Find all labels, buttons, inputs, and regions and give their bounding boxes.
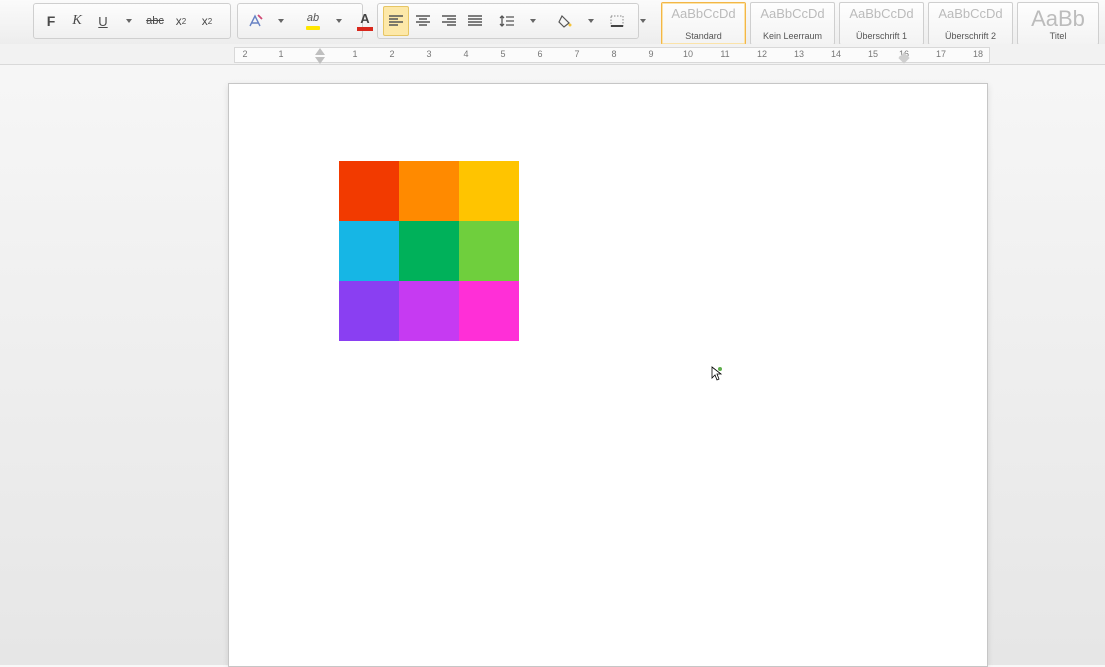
subscript-button[interactable]: x2 (169, 7, 193, 35)
highlight-swatch (306, 26, 320, 30)
ruler-tick: 1 (352, 49, 357, 59)
line-spacing-dropdown[interactable] (521, 7, 545, 35)
font-color-label: A (360, 11, 369, 26)
style-label: Titel (1050, 31, 1067, 41)
grid-cell-5 (459, 221, 519, 281)
ruler-tick: 2 (242, 49, 247, 59)
font-color-button[interactable]: A (353, 7, 377, 35)
font-style-group: F K U abc x2 x2 (33, 3, 231, 39)
style-kein-leerraum[interactable]: AaBbCcDd Kein Leerraum (750, 2, 835, 45)
ruler-tick: 3 (426, 49, 431, 59)
ruler-tick: 8 (611, 49, 616, 59)
ruler-tick: 7 (574, 49, 579, 59)
ruler-tick: 15 (868, 49, 878, 59)
ruler-tick: 6 (537, 49, 542, 59)
style-überschrift-1[interactable]: AaBbCcDd Überschrift 1 (839, 2, 924, 45)
paragraph-group (377, 3, 639, 39)
grid-cell-7 (399, 281, 459, 341)
ruler-tick: 18 (973, 49, 983, 59)
grid-cell-2 (459, 161, 519, 221)
first-line-indent-marker[interactable] (315, 48, 325, 55)
borders-icon (609, 14, 625, 28)
style-preview: AaBbCcDd (662, 6, 745, 21)
ruler-tick: 9 (648, 49, 653, 59)
mouse-cursor (711, 366, 723, 382)
ribbon: F K U abc x2 x2 ab A (0, 0, 1105, 45)
line-spacing-icon (499, 14, 515, 28)
style-standard[interactable]: AaBbCcDd Standard (661, 2, 746, 45)
style-preview: AaBbCcDd (840, 6, 923, 21)
color-grid-image[interactable] (339, 161, 519, 341)
superscript-button[interactable]: x2 (195, 7, 219, 35)
borders-dropdown[interactable] (631, 7, 655, 35)
ruler-tick: 17 (936, 49, 946, 59)
strike-label: abc (146, 15, 164, 27)
line-spacing-button[interactable] (495, 7, 519, 35)
page[interactable] (228, 83, 988, 667)
align-center-icon (415, 14, 431, 28)
ruler-tick: 1 (278, 49, 283, 59)
style-label: Standard (685, 31, 722, 41)
grid-cell-3 (339, 221, 399, 281)
shading-dropdown[interactable] (579, 7, 603, 35)
horizontal-ruler[interactable]: 21123456789101112131415161718 (0, 44, 1105, 65)
grid-cell-0 (339, 161, 399, 221)
ruler-tick: 12 (757, 49, 767, 59)
clear-formatting-icon (247, 13, 263, 29)
italic-button[interactable]: K (65, 7, 89, 35)
ruler-tick: 5 (500, 49, 505, 59)
borders-button[interactable] (605, 7, 629, 35)
strikethrough-button[interactable]: abc (143, 7, 167, 35)
align-right-button[interactable] (437, 7, 461, 35)
highlight-label: ab (307, 12, 319, 24)
grid-cell-8 (459, 281, 519, 341)
style-preview: AaBbCcDd (751, 6, 834, 21)
sup-num: 2 (208, 17, 212, 26)
underline-button[interactable]: U (91, 7, 115, 35)
underline-dropdown[interactable] (117, 7, 141, 35)
style-label: Überschrift 2 (945, 31, 996, 41)
align-center-button[interactable] (411, 7, 435, 35)
ruler-tick: 4 (463, 49, 468, 59)
ruler-tick: 11 (720, 49, 729, 59)
ruler-track: 21123456789101112131415161718 (234, 47, 990, 63)
ruler-tick: 14 (831, 49, 841, 59)
sub-num: 2 (182, 17, 186, 26)
style-label: Überschrift 1 (856, 31, 907, 41)
ruler-tick: 2 (389, 49, 394, 59)
bold-label: F (47, 13, 56, 29)
style-preview: AaBbCcDd (929, 6, 1012, 21)
highlight-button[interactable]: ab (301, 7, 325, 35)
paint-bucket-icon (557, 14, 573, 28)
align-justify-icon (467, 14, 483, 28)
highlight-dropdown[interactable] (327, 7, 351, 35)
align-left-icon (388, 14, 404, 28)
align-left-button[interactable] (383, 6, 409, 36)
shading-button[interactable] (553, 7, 577, 35)
align-justify-button[interactable] (463, 7, 487, 35)
styles-gallery: AaBbCcDdStandardAaBbCcDdKein LeerraumAaB… (659, 0, 1101, 44)
style-überschrift-2[interactable]: AaBbCcDd Überschrift 2 (928, 2, 1013, 45)
left-indent-marker[interactable] (315, 57, 325, 64)
italic-label: K (72, 13, 81, 29)
ruler-tick: 13 (794, 49, 804, 59)
grid-cell-1 (399, 161, 459, 221)
grid-cell-4 (399, 221, 459, 281)
grid-cell-6 (339, 281, 399, 341)
font-color-group: ab A (237, 3, 363, 39)
align-right-icon (441, 14, 457, 28)
underline-label: U (98, 14, 107, 29)
style-titel[interactable]: AaBbTitel (1017, 2, 1099, 45)
ruler-tick: 10 (683, 49, 693, 59)
bold-button[interactable]: F (39, 7, 63, 35)
clear-formatting-button[interactable] (243, 7, 267, 35)
document-area (0, 64, 1105, 665)
style-label: Kein Leerraum (763, 31, 822, 41)
style-preview: AaBb (1018, 6, 1098, 32)
font-color-swatch (357, 27, 373, 31)
clear-formatting-dropdown[interactable] (269, 7, 293, 35)
